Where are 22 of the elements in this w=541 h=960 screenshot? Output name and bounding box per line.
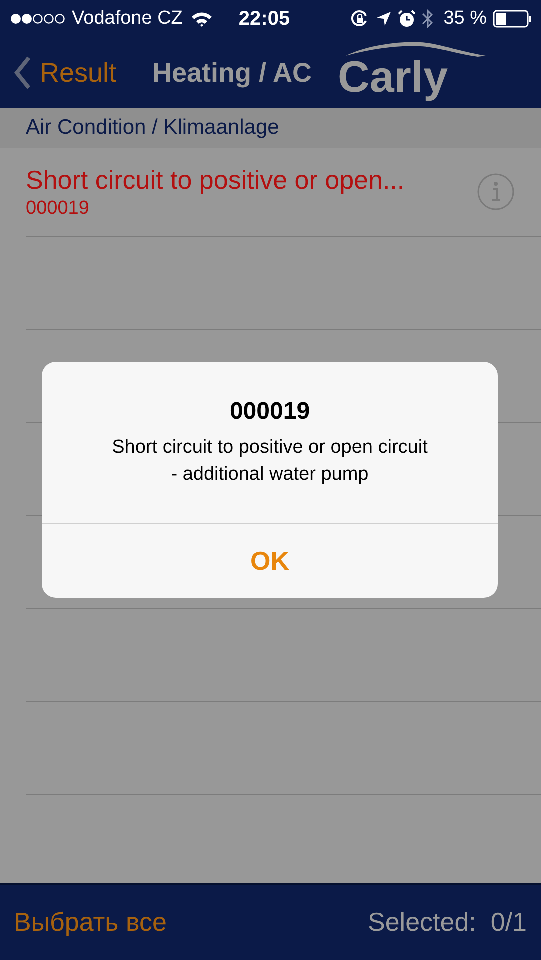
section-header: Air Condition / Klimaanlage	[0, 108, 541, 148]
alert-message: Short circuit to positive or open circuit - additional water pump	[112, 436, 428, 487]
carrier-name: Vodafone CZ	[72, 8, 183, 30]
battery-icon	[493, 10, 533, 28]
bluetooth-icon	[422, 9, 434, 29]
battery-percent: 35 %	[444, 8, 487, 30]
info-icon[interactable]	[477, 173, 515, 211]
back-button[interactable]: Result	[14, 56, 117, 90]
fault-code: 000019	[26, 198, 90, 220]
logo: Carly	[338, 55, 448, 101]
signal-icon	[10, 13, 66, 25]
wifi-icon	[190, 11, 213, 27]
ok-button[interactable]: OK	[42, 523, 498, 598]
chevron-left-icon	[14, 56, 32, 90]
alert-title: 000019	[230, 398, 310, 426]
fault-title: Short circuit to positive or open...	[26, 164, 406, 196]
screen-title: Heating / AC	[152, 58, 312, 88]
clock-time: 22:05	[238, 8, 290, 30]
location-arrow-icon	[376, 11, 392, 27]
select-all-button[interactable]: Выбрать все	[14, 907, 167, 938]
selected-count: Selected: 0/1	[368, 907, 527, 938]
alarm-clock-icon	[398, 10, 416, 28]
